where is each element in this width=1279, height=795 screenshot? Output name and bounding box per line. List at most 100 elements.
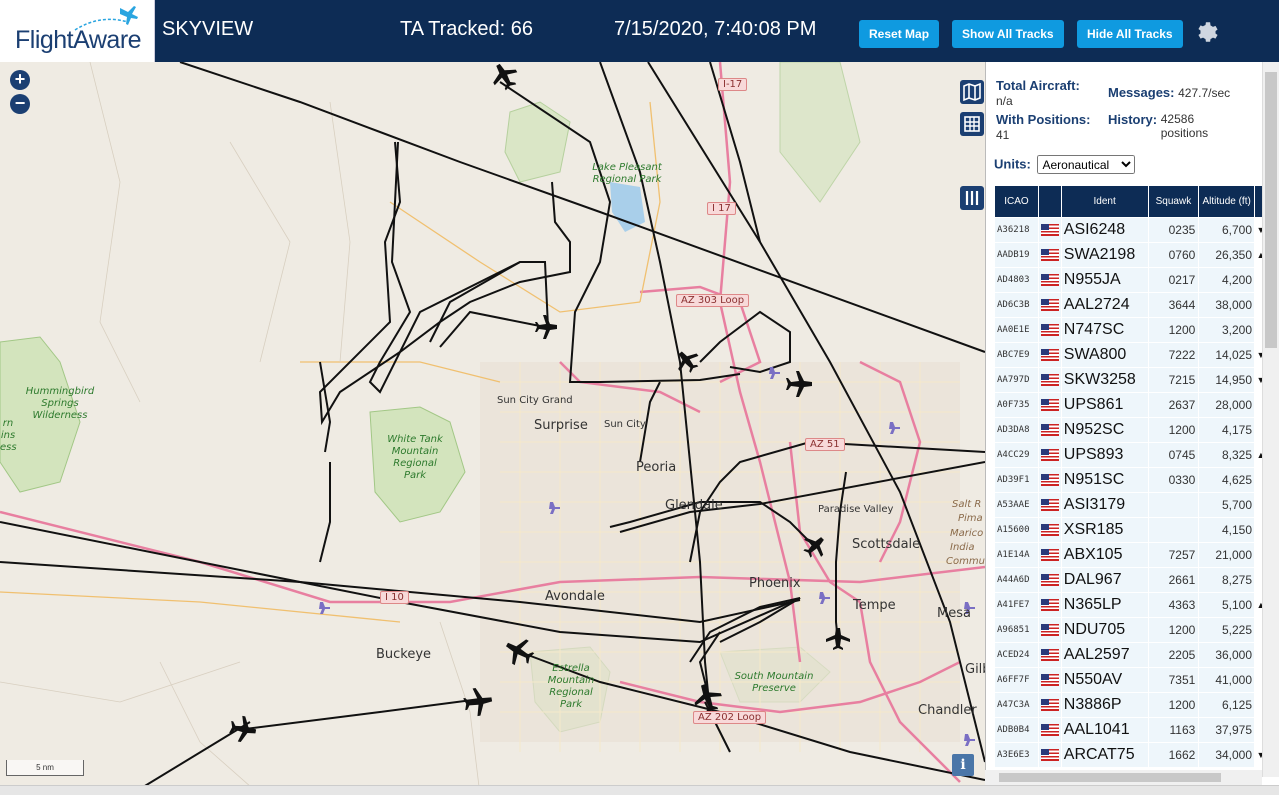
table-row[interactable]: A4CC29 UPS893 0745 8,325 ▲	[995, 443, 1267, 468]
zoom-out-button[interactable]: −	[10, 94, 30, 114]
map-canvas[interactable]	[0, 62, 985, 795]
table-row[interactable]: AA797D SKW3258 7215 14,950 ▼	[995, 368, 1267, 393]
hide-all-tracks-button[interactable]: Hide All Tracks	[1077, 20, 1183, 48]
flag-cell	[1038, 468, 1061, 493]
table-row[interactable]: A0F735 UPS861 2637 28,000	[995, 393, 1267, 418]
ident-cell[interactable]: UPS861	[1061, 393, 1148, 418]
ident-cell[interactable]: N3886P	[1061, 693, 1148, 718]
column-header-icao[interactable]: ICAO	[995, 186, 1038, 218]
ident-cell[interactable]: UPS893	[1061, 443, 1148, 468]
flag-cell	[1038, 243, 1061, 268]
us-flag-icon	[1040, 573, 1059, 586]
show-all-tracks-button[interactable]: Show All Tracks	[952, 20, 1064, 48]
highway-shield: AZ 303 Loop	[676, 294, 750, 307]
park-label: Hummingbird Springs Wilderness	[25, 386, 95, 421]
table-row[interactable]: AD3DA8 N952SC 1200 4,175	[995, 418, 1267, 443]
map-view[interactable]: Sun City Grand Surprise Sun City Peoria …	[0, 62, 985, 795]
ident-cell[interactable]: XSR185	[1061, 518, 1148, 543]
table-row[interactable]: A1E14A ABX105 7257 21,000	[995, 543, 1267, 568]
top-header: FlightAware SKYVIEW TA Tracked: 66 7/15/…	[0, 0, 1279, 62]
table-row[interactable]: A41FE7 N365LP 4363 5,100 ▲	[995, 593, 1267, 618]
ident-cell[interactable]: N952SC	[1061, 418, 1148, 443]
table-row[interactable]: AADB19 SWA2198 0760 26,350 ▲	[995, 243, 1267, 268]
sidebar-vertical-scrollbar[interactable]	[1262, 62, 1279, 777]
ident-cell[interactable]: N550AV	[1061, 668, 1148, 693]
icao-cell: A53AAE	[995, 493, 1038, 518]
squawk-cell: 1163	[1148, 718, 1199, 743]
aircraft-table: ICAO Ident Squawk Altitude (ft) A36218 AS…	[994, 186, 1268, 768]
altitude-cell: 8,275	[1199, 568, 1255, 593]
table-row[interactable]: A3E6E3 ARCAT75 1662 34,000 ▼	[995, 743, 1267, 768]
aircraft-icon[interactable]	[487, 62, 523, 94]
logo-text: FlightAware	[15, 26, 142, 54]
table-row[interactable]: ACED24 AAL2597 2205 36,000	[995, 643, 1267, 668]
reset-map-button[interactable]: Reset Map	[859, 20, 940, 48]
table-row[interactable]: AD4803 N955JA 0217 4,200	[995, 268, 1267, 293]
ident-cell[interactable]: ARCAT75	[1061, 743, 1148, 768]
flag-cell	[1038, 318, 1061, 343]
units-label: Units:	[994, 156, 1031, 172]
squawk-cell: 4363	[1148, 593, 1199, 618]
us-flag-icon	[1040, 373, 1059, 386]
gear-icon[interactable]	[1194, 18, 1218, 42]
table-row[interactable]: A44A6D DAL967 2661 8,275	[995, 568, 1267, 593]
column-header-flag[interactable]	[1038, 186, 1061, 218]
icao-cell: A47C3A	[995, 693, 1038, 718]
icao-cell: AD39F1	[995, 468, 1038, 493]
map-layers-button[interactable]	[960, 80, 984, 104]
table-row[interactable]: ADB0B4 AAL1041 1163 37,975	[995, 718, 1267, 743]
ident-cell[interactable]: SWA2198	[1061, 243, 1148, 268]
squawk-cell	[1148, 518, 1199, 543]
with-positions-value: 41	[996, 128, 1010, 142]
table-row[interactable]: AA0E1E N747SC 1200 3,200	[995, 318, 1267, 343]
sidebar-horizontal-scrollbar[interactable]	[985, 770, 1262, 785]
scrollbar-thumb[interactable]	[999, 773, 1221, 782]
squawk-cell: 2205	[1148, 643, 1199, 668]
ident-cell[interactable]: DAL967	[1061, 568, 1148, 593]
column-header-ident[interactable]: Ident	[1061, 186, 1148, 218]
info-button[interactable]: i	[952, 754, 974, 776]
table-row[interactable]: A96851 NDU705 1200 5,225	[995, 618, 1267, 643]
ident-cell[interactable]: N747SC	[1061, 318, 1148, 343]
ident-cell[interactable]: SKW3258	[1061, 368, 1148, 393]
ident-cell[interactable]: AAL2724	[1061, 293, 1148, 318]
table-row[interactable]: A15600 XSR185 4,150	[995, 518, 1267, 543]
table-row[interactable]: AD39F1 N951SC 0330 4,625	[995, 468, 1267, 493]
ident-cell[interactable]: AAL1041	[1061, 718, 1148, 743]
column-header-altitude[interactable]: Altitude (ft)	[1199, 186, 1255, 218]
table-row[interactable]: A47C3A N3886P 1200 6,125	[995, 693, 1267, 718]
ident-cell[interactable]: ABX105	[1061, 543, 1148, 568]
ident-cell[interactable]: N955JA	[1061, 268, 1148, 293]
altitude-cell: 28,000	[1199, 393, 1255, 418]
flightaware-logo[interactable]: FlightAware	[0, 0, 155, 62]
ident-cell[interactable]: N951SC	[1061, 468, 1148, 493]
ident-cell[interactable]: ASI6248	[1061, 218, 1148, 243]
table-row[interactable]: A53AAE ASI3179 5,700	[995, 493, 1267, 518]
us-flag-icon	[1040, 473, 1059, 486]
table-row[interactable]: A6FF7F N550AV 7351 41,000	[995, 668, 1267, 693]
ident-cell[interactable]: AAL2597	[1061, 643, 1148, 668]
grid-button[interactable]	[960, 112, 984, 136]
ident-cell[interactable]: SWA800	[1061, 343, 1148, 368]
aircraft-icon[interactable]	[228, 714, 258, 744]
squawk-cell: 0235	[1148, 218, 1199, 243]
ident-cell[interactable]: ASI3179	[1061, 493, 1148, 518]
column-header-squawk[interactable]: Squawk	[1148, 186, 1199, 218]
units-select[interactable]: Aeronautical	[1037, 155, 1136, 174]
zoom-in-button[interactable]: +	[10, 70, 30, 90]
grid-icon	[964, 116, 980, 132]
ident-cell[interactable]: N365LP	[1061, 593, 1148, 618]
scrollbar-thumb[interactable]	[1265, 72, 1277, 348]
ident-cell[interactable]: NDU705	[1061, 618, 1148, 643]
table-row[interactable]: AD6C3B AAL2724 3644 38,000	[995, 293, 1267, 318]
table-row[interactable]: A36218 ASI6248 0235 6,700 ▼	[995, 218, 1267, 243]
squawk-cell	[1148, 493, 1199, 518]
altitude-cell: 21,000	[1199, 543, 1255, 568]
columns-button[interactable]	[960, 186, 984, 210]
aircraft-table-container: ICAO Ident Squawk Altitude (ft) A36218 AS…	[994, 186, 1268, 771]
table-row[interactable]: ABC7E9 SWA800 7222 14,025 ▼	[995, 343, 1267, 368]
flag-cell	[1038, 618, 1061, 643]
aircraft-icon[interactable]	[535, 315, 557, 339]
flag-cell	[1038, 743, 1061, 768]
flag-cell	[1038, 343, 1061, 368]
